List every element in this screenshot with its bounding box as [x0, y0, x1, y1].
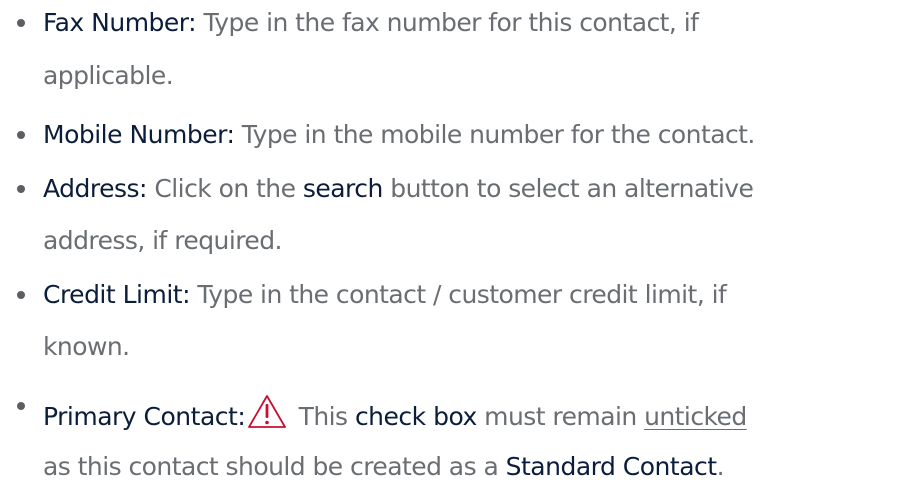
document: Fax Number: Type in the fax number for t… — [0, 0, 902, 489]
bullet-icon — [17, 402, 25, 410]
term-label: Address: — [43, 174, 147, 203]
description-text: Type in the mobile number for the contac… — [234, 120, 756, 149]
description-text: This — [291, 402, 355, 431]
list-item-line: Credit Limit: Type in the contact / cust… — [43, 280, 727, 310]
list-item-line: Address: Click on the search button to s… — [43, 174, 754, 204]
list-item-line: Mobile Number: Type in the mobile number… — [43, 120, 755, 150]
list-item-line: applicable. — [43, 61, 174, 91]
description-text: Click on the — [146, 174, 303, 203]
term-label: Primary Contact: — [43, 402, 246, 431]
warning-triangle-icon — [247, 394, 287, 430]
description-text: button to select an alternative — [382, 174, 754, 203]
bullet-icon — [17, 185, 25, 193]
emphasis-text: Standard Contact — [505, 452, 717, 481]
description-text: . — [716, 452, 725, 481]
term-label: Credit Limit: — [43, 280, 191, 309]
description-text: as this contact should be created as a — [43, 452, 506, 481]
emphasis-text: search — [302, 174, 384, 203]
description-text: must remain — [476, 402, 645, 431]
list-item-line: known. — [43, 332, 130, 362]
term-label: Fax Number: — [43, 8, 197, 37]
description-text: Type in the fax number for this contact,… — [196, 8, 699, 37]
description-text: applicable. — [43, 61, 174, 90]
list-item-line: address, if required. — [43, 226, 283, 256]
list-item-line: Primary Contact: This check box must rem… — [43, 394, 747, 432]
description-text: address, if required. — [43, 226, 283, 255]
emphasis-text: check box — [354, 402, 477, 431]
list-item-line: Fax Number: Type in the fax number for t… — [43, 8, 699, 38]
bullet-icon — [17, 131, 25, 139]
term-label: Mobile Number: — [43, 120, 235, 149]
underlined-text: unticked — [644, 402, 747, 431]
description-text: known. — [43, 332, 130, 361]
bullet-icon — [17, 291, 25, 299]
description-text: Type in the contact / customer credit li… — [190, 280, 727, 309]
list-item-line: as this contact should be created as a S… — [43, 452, 725, 482]
bullet-icon — [17, 19, 25, 27]
